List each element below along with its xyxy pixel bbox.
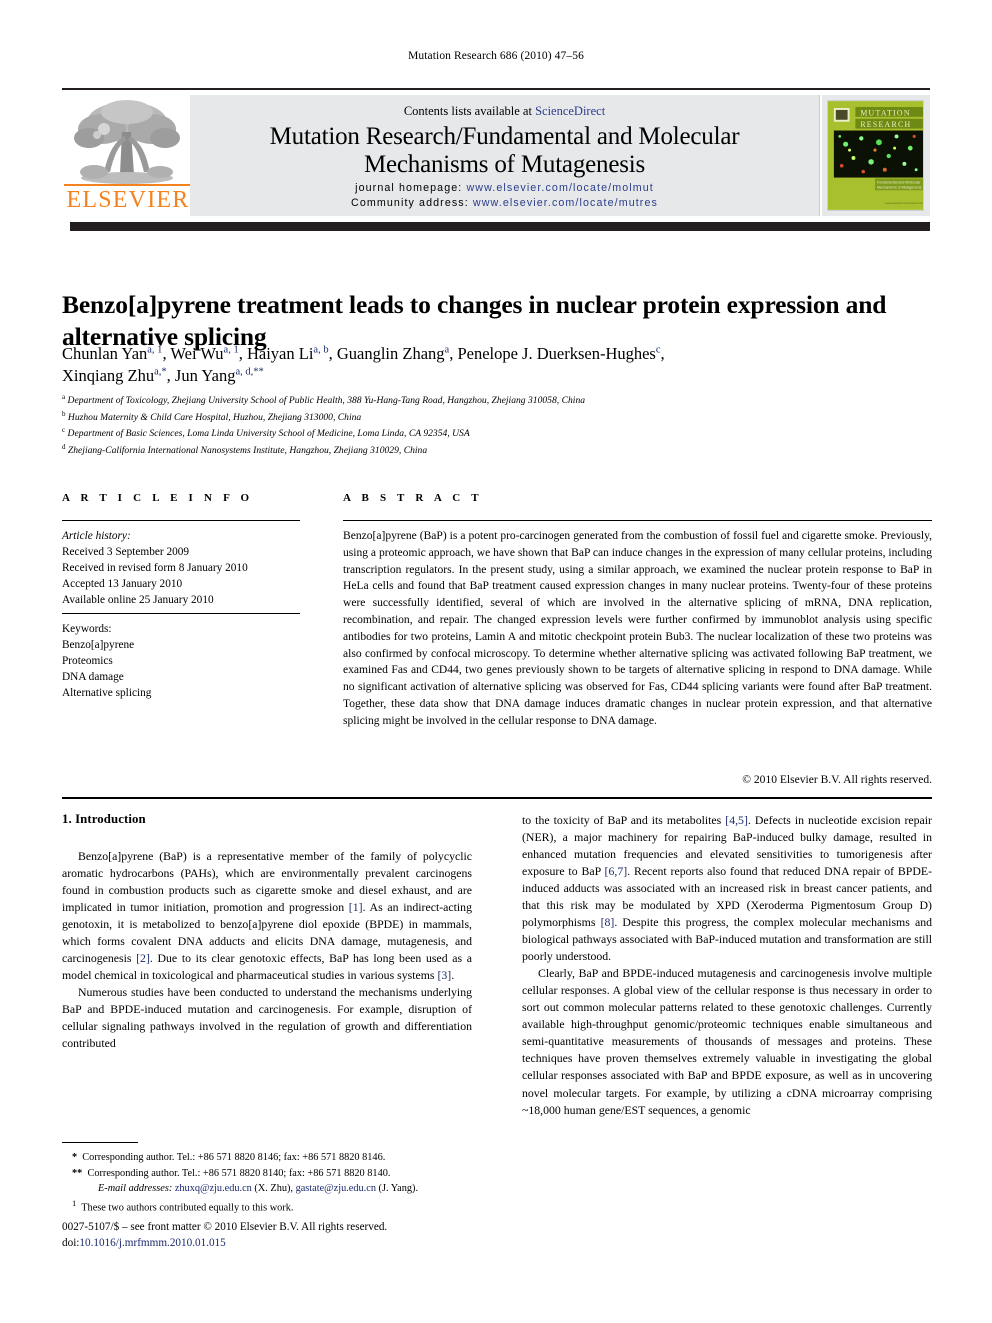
article-history-item: Received 3 September 2009 (62, 546, 190, 559)
community-address-url[interactable]: www.elsevier.com/locate/mutres (473, 197, 658, 209)
affiliation-text: Department of Basic Sciences, Loma Linda… (67, 428, 470, 440)
article-info-heading: A R T I C L E I N F O (62, 492, 254, 504)
journal-title-line-2: Mechanisms of Mutagenesis (363, 150, 646, 178)
author-line-1: Chunlan Yana, 1, Wei Wua, 1, Haiyan Lia,… (62, 344, 665, 363)
contents-lists-line: Contents lists available at ScienceDirec… (190, 104, 819, 119)
abstract-text: Benzo[a]pyrene (BaP) is a potent pro-car… (343, 530, 932, 727)
keywords-block: Keywords: Benzo[a]pyrene Proteomics DNA … (62, 621, 300, 701)
sciencedirect-link[interactable]: ScienceDirect (535, 104, 605, 118)
svg-text:MUTATION: MUTATION (860, 108, 910, 117)
equal-contribution-note: 1 These two authors contributed equally … (72, 1197, 294, 1214)
journal-cover-image: MUTATION RESEARCH Fundamental and Molecu… (827, 100, 924, 211)
masthead-dark-bar (70, 222, 930, 231)
author-line-2: Xinqiang Zhua,*, Jun Yanga, d,** (62, 366, 264, 386)
masthead-top-rule (62, 88, 930, 90)
affiliation-text: Huzhou Maternity & Child Care Hospital, … (67, 411, 362, 423)
svg-text:Fundamental and Molecular: Fundamental and Molecular (877, 180, 921, 184)
paragraph: Numerous studies have been conducted to … (62, 985, 472, 1051)
paper-page: Mutation Research 686 (2010) 47–56 ELSEV… (0, 0, 992, 1323)
affiliation-item: c Department of Basic Sciences, Loma Lin… (62, 425, 932, 442)
affiliation-marker: b (62, 409, 66, 418)
article-history-item: Available online 25 January 2010 (62, 594, 214, 607)
paragraph: to the toxicity of BaP and its metabolit… (522, 813, 933, 964)
imprint-block: 0027-5107/$ – see front matter © 2010 El… (62, 1219, 492, 1252)
keyword-item: DNA damage (62, 671, 124, 684)
affiliation-item: d Zhejiang-California International Nano… (62, 442, 932, 459)
journal-homepage-url[interactable]: www.elsevier.com/locate/molmut (466, 182, 653, 194)
corresponding-author-note-1: * Corresponding author. Tel.: +86 571 88… (72, 1152, 386, 1163)
article-info-rule (62, 520, 300, 521)
community-address-label: Community address: (351, 196, 469, 209)
keyword-item: Alternative splicing (62, 687, 152, 700)
journal-title: Mutation Research/Fundamental and Molecu… (190, 123, 819, 179)
footnotes: * Corresponding author. Tel.: +86 571 88… (62, 1150, 472, 1216)
svg-text:RESEARCH: RESEARCH (860, 120, 911, 129)
body-column-left: Benzo[a]pyrene (BaP) is a representative… (62, 848, 472, 1052)
issn-line: 0027-5107/$ – see front matter © 2010 El… (62, 1221, 388, 1233)
elsevier-tree-icon (64, 100, 190, 186)
affiliation-marker: d (62, 443, 66, 452)
journal-homepage-line: journal homepage: www.elsevier.com/locat… (190, 182, 819, 194)
journal-homepage-label: journal homepage: (355, 181, 463, 194)
keyword-item: Benzo[a]pyrene (62, 639, 135, 652)
article-history-item: Received in revised form 8 January 2010 (62, 562, 248, 575)
affiliation-text: Department of Toxicology, Zhejiang Unive… (67, 395, 586, 407)
journal-cover-thumbnail: MUTATION RESEARCH Fundamental and Molecu… (822, 95, 930, 216)
article-history: Article history: Received 3 September 20… (62, 528, 300, 608)
svg-text:Mechanisms of Mutagenesis: Mechanisms of Mutagenesis (877, 185, 922, 189)
footnote-rule (62, 1142, 138, 1143)
doi-line: doi:10.1016/j.mrfmmm.2010.01.015 (62, 1235, 492, 1251)
keywords-rule (62, 613, 300, 614)
abstract-rule (343, 520, 932, 521)
doi-label: doi: (62, 1237, 80, 1250)
contents-prefix: Contents lists available at (403, 104, 536, 118)
abstract-copyright: © 2010 Elsevier B.V. All rights reserved… (742, 774, 932, 786)
journal-title-line-1: Mutation Research/Fundamental and Molecu… (269, 123, 740, 150)
svg-text:www.elsevier.com/locate/molmut: www.elsevier.com/locate/molmut (885, 201, 924, 205)
article-history-item: Accepted 13 January 2010 (62, 578, 183, 591)
affiliation-text: Zhejiang-California International Nanosy… (67, 445, 428, 457)
journal-masthead: ELSEVIER Contents lists available at Sci… (62, 88, 930, 216)
corresponding-author-note-2: ** Corresponding author. Tel.: +86 571 8… (72, 1167, 391, 1179)
paragraph: Benzo[a]pyrene (BaP) is a representative… (62, 849, 473, 983)
affiliation-item: a Department of Toxicology, Zhejiang Uni… (62, 392, 932, 409)
doi-value[interactable]: 10.1016/j.mrfmmm.2010.01.015 (79, 1237, 225, 1249)
community-address-line: Community address: www.elsevier.com/loca… (190, 197, 819, 209)
article-history-label: Article history: (62, 530, 131, 542)
affiliation-marker: a (62, 393, 66, 401)
section-heading-introduction: 1. Introduction (62, 812, 146, 826)
affiliation-marker: c (62, 426, 66, 435)
keywords-label: Keywords: (62, 623, 112, 635)
elsevier-logo: ELSEVIER (64, 96, 190, 216)
email-addresses-note: E-mail addresses: zhuxq@zju.edu.cn (X. Z… (98, 1183, 419, 1195)
author-list: Chunlan Yana, 1, Wei Wua, 1, Haiyan Lia,… (62, 343, 932, 388)
elsevier-wordmark: ELSEVIER (66, 187, 190, 213)
affiliation-item: b Huzhou Maternity & Child Care Hospital… (62, 409, 932, 426)
running-head: Mutation Research 686 (2010) 47–56 (408, 50, 584, 62)
abstract-heading: A B S T R A C T (343, 492, 483, 504)
masthead-center: Contents lists available at ScienceDirec… (190, 95, 820, 216)
paragraph: Clearly, BaP and BPDE-induced mutagenesi… (522, 966, 932, 1117)
affiliations: a Department of Toxicology, Zhejiang Uni… (62, 392, 932, 459)
keyword-item: Proteomics (62, 655, 113, 668)
body-column-right: to the toxicity of BaP and its metabolit… (522, 812, 932, 1119)
abstract-bottom-rule (62, 797, 932, 799)
